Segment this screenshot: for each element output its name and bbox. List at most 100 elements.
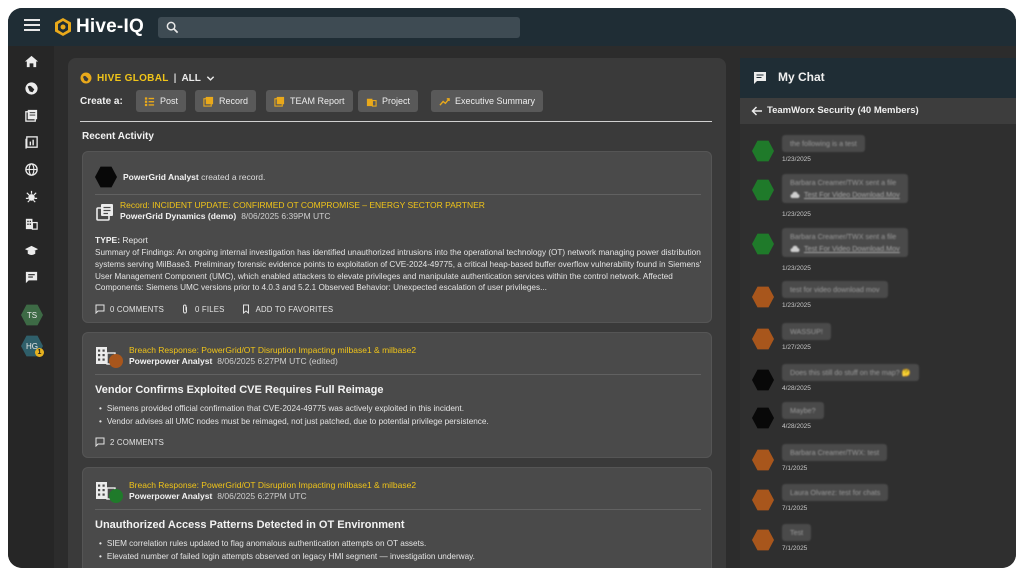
home-icon[interactable]	[22, 52, 40, 70]
chat-user-avatar[interactable]	[752, 529, 774, 551]
activity-card[interactable]: Breach Response: PowerGrid/OT Disruption…	[82, 467, 712, 568]
chat-user-avatar[interactable]	[752, 489, 774, 511]
add-to-favorites-button[interactable]: ADD TO FAVORITES	[241, 304, 334, 314]
chat-user-avatar[interactable]	[752, 407, 774, 429]
hive-logo-icon	[55, 18, 71, 36]
message-text: Barbara Creamer/TWX sent a file	[790, 232, 897, 241]
create-project-button[interactable]: Project	[358, 90, 419, 112]
create-executive-summary-button[interactable]: Executive Summary	[431, 90, 544, 112]
create-team-report-label: TEAM Report	[290, 96, 345, 106]
chat-header: My Chat	[740, 58, 1016, 98]
message-text: Barbara Creamer/TWX sent a file	[790, 178, 897, 187]
chat-user-avatar[interactable]	[752, 233, 774, 255]
chat-user-avatar[interactable]	[752, 286, 774, 308]
record-icon	[203, 96, 214, 107]
user-avatar[interactable]	[95, 166, 117, 188]
message-date: 4/28/2025	[782, 385, 811, 392]
team-avatar-ts[interactable]: TS	[21, 304, 43, 326]
chat-icon	[754, 72, 766, 84]
file-download-link[interactable]: Test For Video Download.Mov	[790, 190, 900, 199]
post-title[interactable]: Vendor Confirms Exploited CVE Requires F…	[95, 384, 384, 396]
type-value: Report	[122, 235, 148, 245]
training-icon[interactable]	[22, 241, 40, 259]
post-title[interactable]: Unauthorized Access Patterns Detected in…	[95, 519, 405, 531]
files-button[interactable]: 0 FILES	[180, 304, 225, 314]
create-team-report-button[interactable]: TEAM Report	[266, 90, 353, 112]
message-date: 4/28/2025	[782, 423, 811, 430]
chat-user-avatar[interactable]	[752, 449, 774, 471]
chat-user-avatar[interactable]	[752, 179, 774, 201]
comments-button[interactable]: 2 COMMENTS	[95, 437, 164, 447]
message-date: 1/23/2025	[782, 211, 811, 218]
chat-channel-bar: TeamWorx Security (40 Members)	[740, 98, 1016, 124]
chat-message[interactable]: Test	[782, 524, 812, 541]
app-window: Hive-IQ TS HG 1 HIVE GLOBAL | ALL Create…	[8, 8, 1016, 568]
scope-separator: |	[173, 72, 177, 84]
author-name[interactable]: Powerpower Analyst	[129, 356, 212, 366]
world-icon[interactable]	[22, 160, 40, 178]
message-text: Maybe?	[790, 406, 816, 415]
chat-message[interactable]: WASSUP!	[782, 323, 831, 340]
project-link[interactable]: Breach Response: PowerGrid/OT Disruption…	[129, 480, 416, 490]
search-input[interactable]	[158, 17, 520, 38]
favorites-label: ADD TO FAVORITES	[255, 304, 334, 314]
back-arrow-icon[interactable]	[751, 105, 763, 117]
chat-nav-icon[interactable]	[22, 268, 40, 286]
app-logo[interactable]: Hive-IQ	[54, 16, 144, 38]
chat-user-avatar[interactable]	[752, 328, 774, 350]
author-name[interactable]: Powerpower Analyst	[129, 491, 212, 501]
chat-message[interactable]: Does this still do stuff on the map? 🤔	[782, 364, 919, 381]
message-text: WASSUP!	[790, 327, 823, 336]
chevron-down-icon	[206, 75, 215, 81]
chat-message[interactable]: test for video download mov	[782, 281, 888, 298]
message-date: 7/1/2025	[782, 465, 808, 472]
chat-message[interactable]: Barbara Creamer/TWX: test	[782, 444, 888, 461]
files-count: 0 FILES	[194, 304, 225, 314]
recent-activity-heading: Recent Activity	[82, 131, 154, 142]
message-text: Test	[790, 528, 804, 537]
comments-button[interactable]: 0 COMMENTS	[95, 304, 164, 314]
chat-message[interactable]: Maybe?	[782, 402, 824, 419]
globe-nav-icon[interactable]	[22, 79, 40, 97]
chat-message[interactable]: Barbara Creamer/TWX sent a file Test For …	[782, 174, 908, 203]
bullet-item: Elevated number of failed login attempts…	[99, 551, 475, 564]
actor-name[interactable]: PowerGrid Analyst	[123, 172, 199, 182]
channel-name[interactable]: TeamWorx Security (40 Members)	[767, 105, 919, 116]
activity-card[interactable]: Breach Response: PowerGrid/OT Disruption…	[82, 332, 712, 458]
bullet-item: Siemens provided official confirmation t…	[99, 403, 489, 416]
chat-message[interactable]: the following is a test	[782, 135, 865, 152]
chat-user-avatar[interactable]	[752, 369, 774, 391]
threat-icon[interactable]	[22, 187, 40, 205]
message-date: 1/23/2025	[782, 302, 811, 309]
create-label: Create a:	[80, 96, 123, 107]
message-date: 1/27/2025	[782, 344, 811, 351]
scope-selector[interactable]: HIVE GLOBAL | ALL	[80, 72, 215, 84]
records-icon[interactable]	[22, 106, 40, 124]
record-title-link[interactable]: Record: INCIDENT UPDATE: CONFIRMED OT CO…	[120, 200, 485, 210]
bookmark-icon	[242, 304, 249, 314]
comment-icon	[95, 304, 105, 314]
post-icon	[144, 96, 155, 106]
paperclip-icon	[182, 304, 187, 314]
message-text: Barbara Creamer/TWX: test	[790, 448, 880, 457]
divider	[95, 509, 701, 510]
reports-icon[interactable]	[22, 133, 40, 151]
post-bullets: SIEM correlation rules updated to flag a…	[99, 538, 475, 563]
chat-title: My Chat	[778, 70, 825, 84]
chat-message[interactable]: Barbara Creamer/TWX sent a file Test For …	[782, 228, 908, 257]
comment-icon	[95, 437, 105, 447]
file-download-link[interactable]: Test For Video Download.Mov	[790, 244, 900, 253]
message-date: 7/1/2025	[782, 505, 808, 512]
create-record-button[interactable]: Record	[195, 90, 257, 112]
divider	[95, 194, 701, 195]
organizations-icon[interactable]	[22, 214, 40, 232]
message-text: Laura Olvarez: test for chats	[790, 488, 881, 497]
chat-message[interactable]: Laura Olvarez: test for chats	[782, 484, 889, 501]
create-post-button[interactable]: Post	[136, 90, 187, 112]
project-link[interactable]: Breach Response: PowerGrid/OT Disruption…	[129, 345, 416, 355]
cloud-download-icon	[790, 191, 800, 198]
menu-icon[interactable]	[24, 19, 40, 35]
message-text: Does this still do stuff on the map? 🤔	[790, 368, 911, 377]
chat-user-avatar[interactable]	[752, 140, 774, 162]
activity-card[interactable]: PowerGrid Analyst created a record. Reco…	[82, 151, 712, 323]
